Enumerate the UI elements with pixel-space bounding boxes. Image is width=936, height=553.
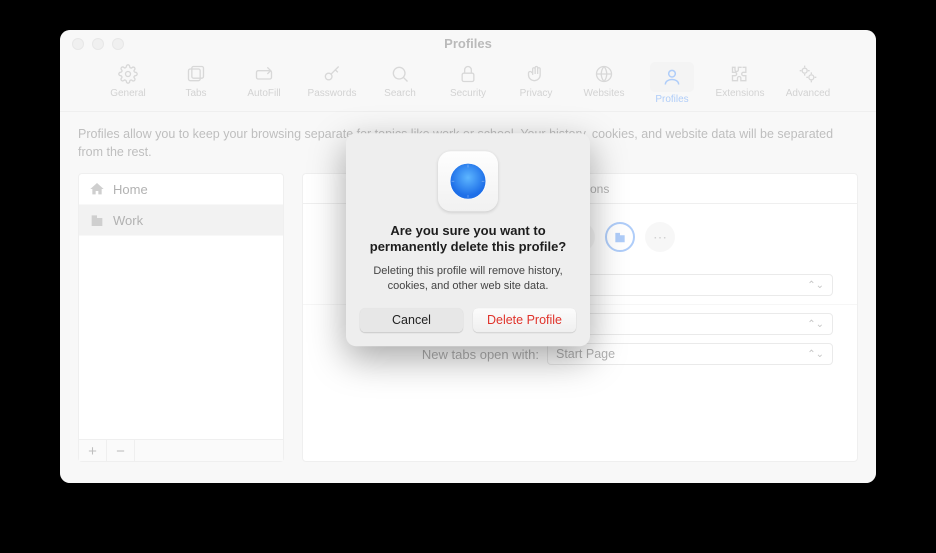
preferences-window: Profiles General Tabs AutoFill Passwords… (60, 30, 876, 483)
delete-profile-dialog: Are you sure you want to permanently del… (346, 133, 590, 346)
cancel-button[interactable]: Cancel (360, 308, 463, 332)
dialog-body: Deleting this profile will remove histor… (360, 264, 576, 294)
dialog-title: Are you sure you want to permanently del… (360, 223, 576, 257)
safari-icon (438, 151, 498, 211)
delete-profile-button[interactable]: Delete Profile (473, 308, 576, 332)
